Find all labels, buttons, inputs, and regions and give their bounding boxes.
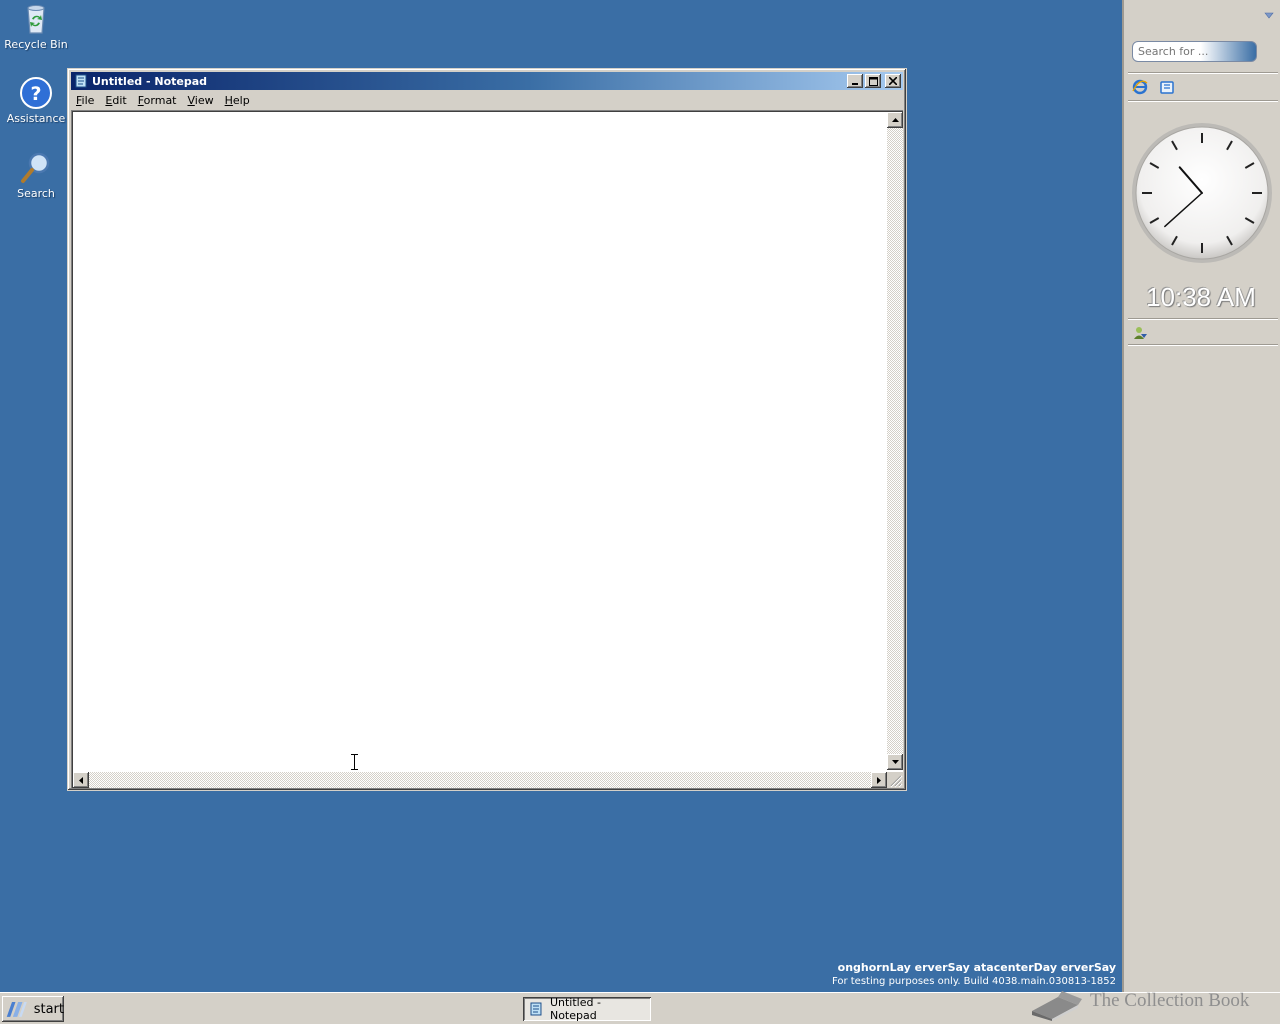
notepad-window: Untitled - Notepad File Edit Format View… <box>67 68 907 791</box>
arrow-left-icon <box>79 776 83 784</box>
notepad-icon <box>530 1002 542 1016</box>
book-logo-icon <box>1032 991 1082 1021</box>
scroll-up-button[interactable] <box>887 112 903 128</box>
sidebar: 10:38 AM <box>1122 0 1280 992</box>
assistance-label: Assistance <box>6 112 66 125</box>
build-watermark-line1: onghornLay erverSay atacenterDay erverSa… <box>837 961 1116 974</box>
network-user-icon[interactable] <box>1132 325 1148 341</box>
sidebar-separator <box>1128 318 1278 320</box>
sidebar-separator <box>1128 72 1278 74</box>
start-button[interactable]: start <box>2 996 64 1022</box>
close-button[interactable] <box>885 74 901 88</box>
menu-edit-label: dit <box>112 93 127 107</box>
svg-text:?: ? <box>30 83 41 105</box>
notepad-icon <box>75 74 87 88</box>
sidebar-search-box[interactable] <box>1132 41 1257 62</box>
scroll-right-button[interactable] <box>871 772 887 788</box>
window-title: Untitled - Notepad <box>92 74 208 88</box>
close-icon <box>889 77 897 85</box>
vertical-scrollbar[interactable] <box>887 112 903 770</box>
menu-format-label: ormat <box>143 93 177 107</box>
maximize-icon <box>868 76 878 86</box>
maximize-button[interactable] <box>865 74 881 88</box>
sidebar-separator <box>1128 344 1278 346</box>
taskbar-item-notepad[interactable]: Untitled - Notepad <box>523 996 651 1022</box>
help-icon: ? <box>20 77 52 109</box>
brand-watermark: The Collection Book <box>1028 980 1268 1022</box>
start-label: start <box>33 1001 64 1017</box>
menu-help[interactable]: Help <box>220 94 256 107</box>
internet-explorer-icon[interactable] <box>1132 79 1148 95</box>
title-bar[interactable]: Untitled - Notepad <box>71 72 903 90</box>
clock-time-label: 10:38 AM <box>1146 282 1256 312</box>
windows-flag-icon <box>6 1002 27 1017</box>
scroll-down-button[interactable] <box>887 754 903 770</box>
menu-bar: File Edit Format View Help <box>71 91 903 109</box>
text-editor-area <box>71 110 903 788</box>
menu-view[interactable]: View <box>183 94 220 107</box>
desktop-icon-assistance[interactable]: ? Assistance <box>4 76 68 125</box>
arrow-right-icon <box>877 776 881 784</box>
outlook-express-icon[interactable] <box>1159 79 1175 95</box>
desktop-icon-recycle-bin[interactable]: Recycle Bin <box>4 2 68 51</box>
magnifier-icon <box>21 152 50 183</box>
resize-grip[interactable] <box>887 772 903 788</box>
sidebar-search-input[interactable] <box>1138 45 1248 58</box>
taskbar-item-label: Untitled - Notepad <box>549 996 601 1022</box>
arrow-down-icon <box>891 760 899 764</box>
menu-edit[interactable]: Edit <box>100 94 132 107</box>
recycle-bin-label: Recycle Bin <box>4 38 68 51</box>
menu-help-label: elp <box>232 93 250 107</box>
size-grip-icon <box>890 775 903 788</box>
minimize-button[interactable] <box>847 74 863 88</box>
analog-clock <box>1132 123 1272 263</box>
notepad-text-input[interactable] <box>73 112 887 770</box>
minimize-icon <box>852 83 858 85</box>
menu-help-mnemonic: H <box>224 93 233 107</box>
search-label: Search <box>17 187 55 200</box>
sidebar-menu-chevron-icon[interactable] <box>1264 12 1274 20</box>
text-cursor-icon <box>351 754 358 770</box>
menu-view-label: iew <box>194 93 214 107</box>
sidebar-separator <box>1128 100 1278 102</box>
arrow-up-icon <box>891 118 899 122</box>
menu-file[interactable]: File <box>71 94 100 107</box>
recycle-bin-icon <box>27 5 45 34</box>
menu-view-mnemonic: V <box>187 93 195 107</box>
horizontal-scrollbar[interactable] <box>73 772 887 788</box>
menu-format[interactable]: Format <box>133 94 183 107</box>
brand-text: The Collection Book <box>1090 990 1250 1011</box>
scroll-left-button[interactable] <box>73 772 89 788</box>
menu-file-label: ile <box>81 93 95 107</box>
desktop-icon-search[interactable]: Search <box>4 151 68 200</box>
